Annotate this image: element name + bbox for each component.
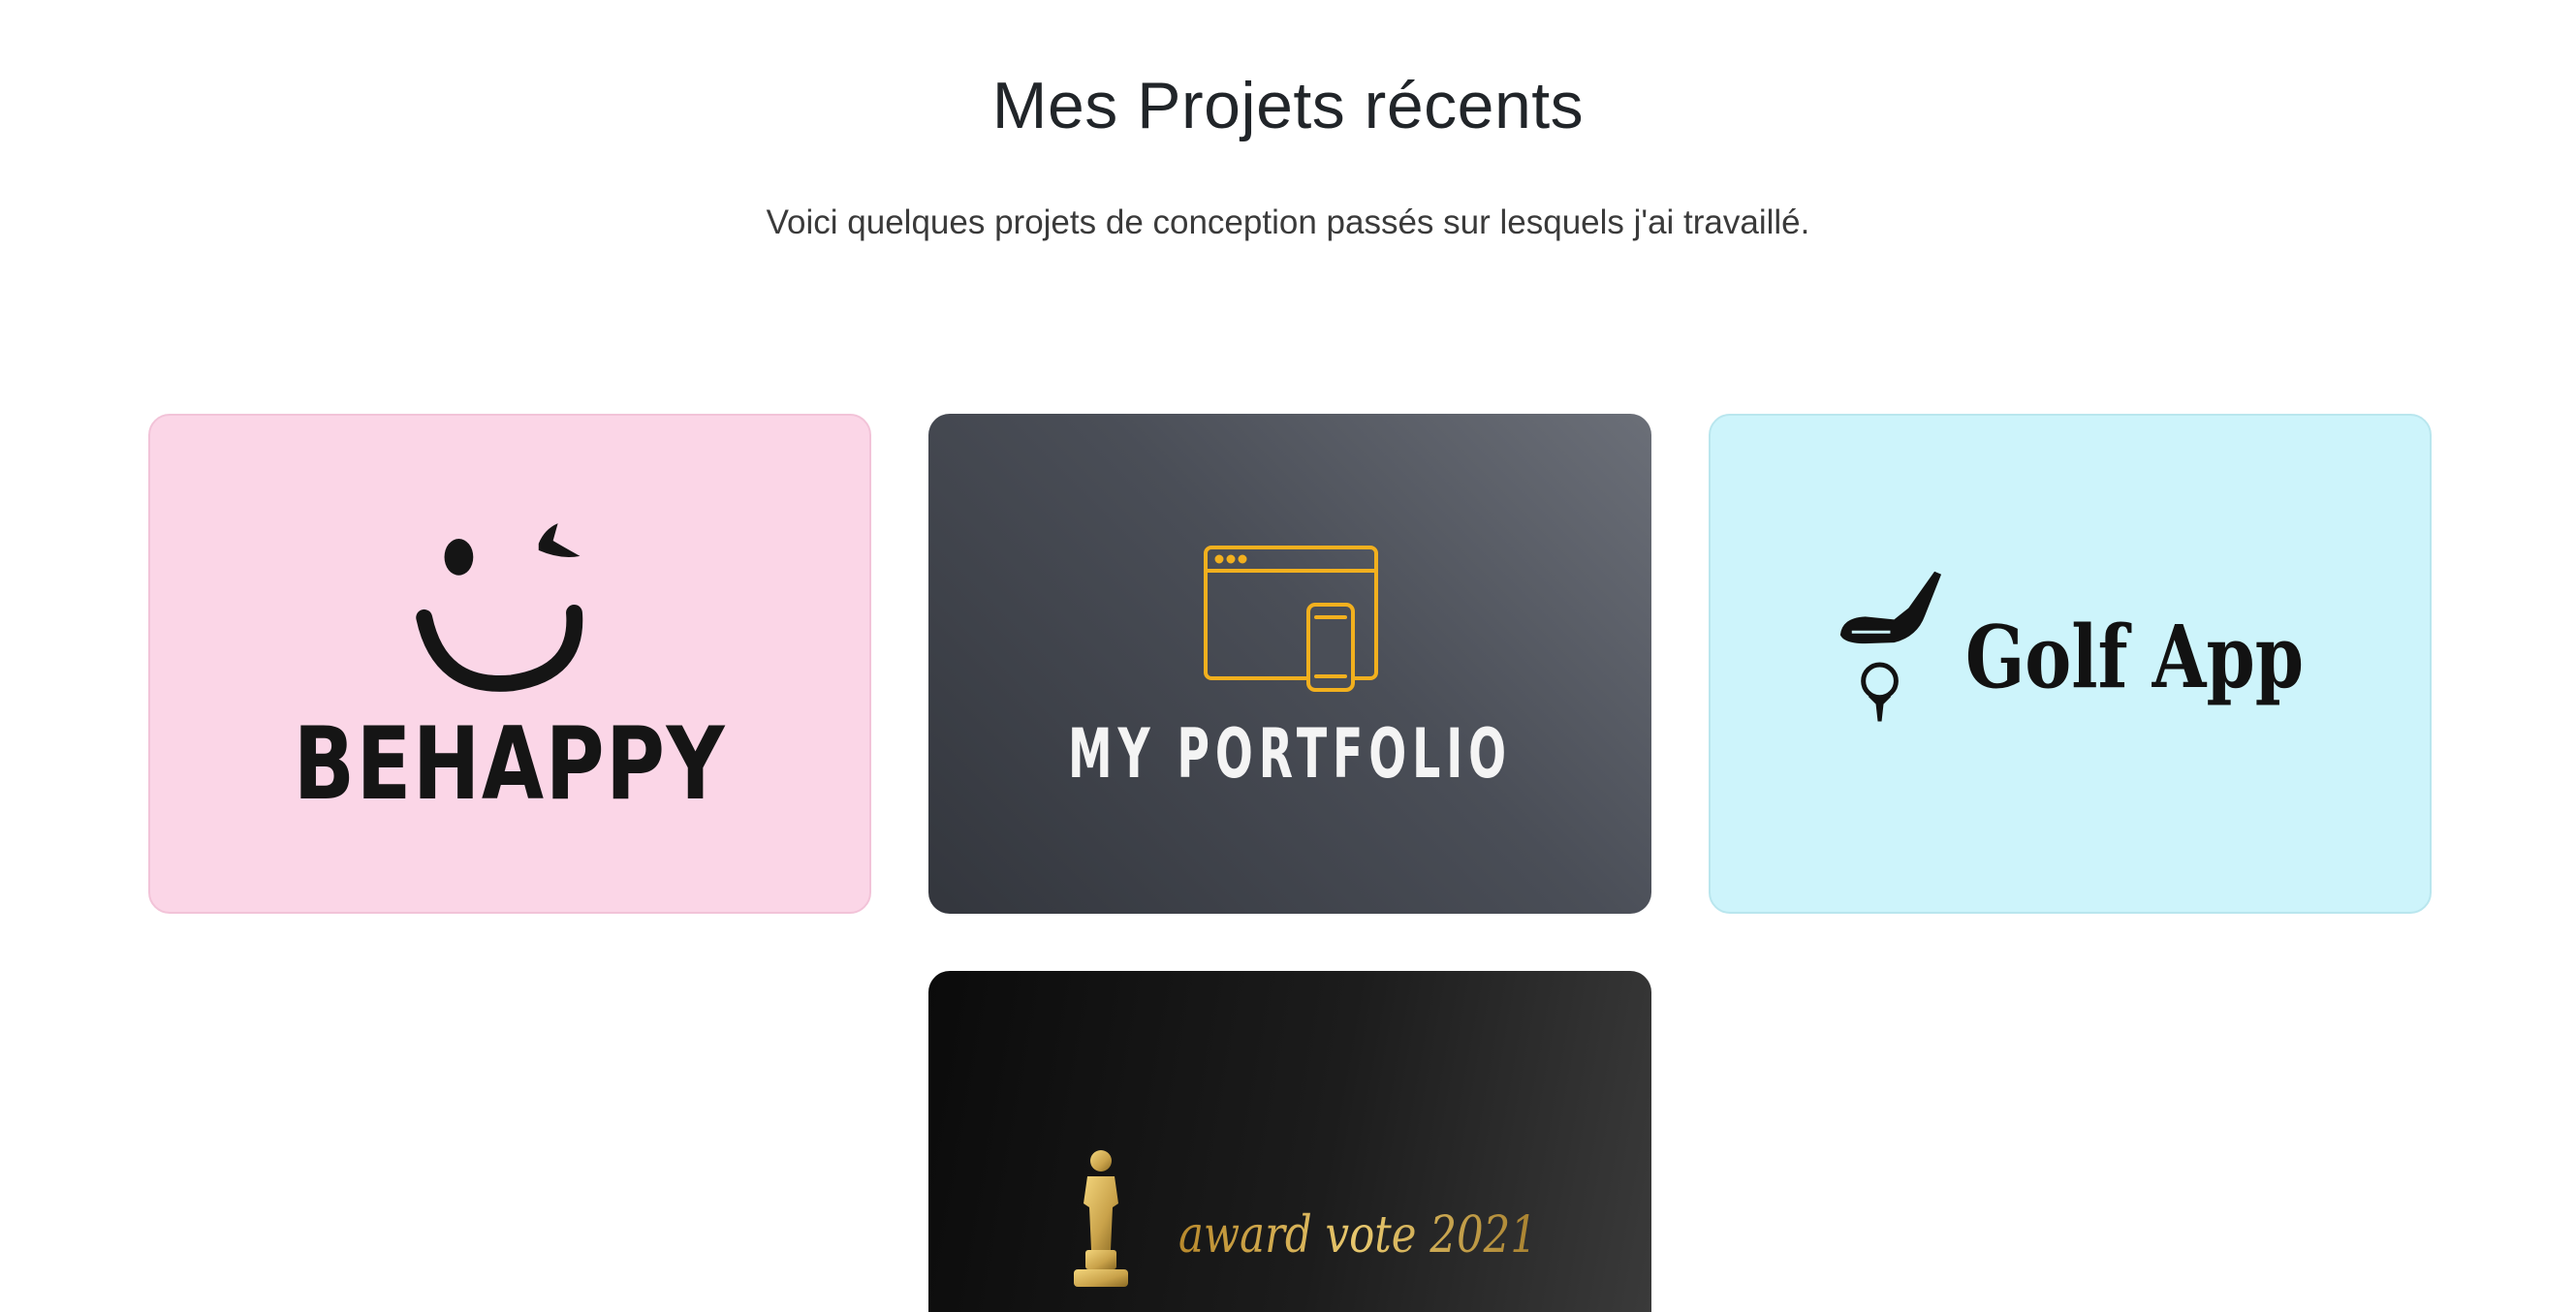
browser-mobile-icon bbox=[1204, 546, 1378, 692]
award-vote-logo: award vote 2021 bbox=[1074, 1150, 1537, 1287]
my-portfolio-logo: MY PORTFOLIO bbox=[1068, 546, 1512, 794]
behappy-logo-text: BEHAPPY bbox=[294, 706, 727, 823]
project-card-award-vote[interactable]: award vote 2021 bbox=[928, 971, 1651, 1312]
project-card-behappy[interactable]: BEHAPPY bbox=[148, 414, 871, 914]
my-portfolio-logo-text: MY PORTFOLIO bbox=[1068, 714, 1512, 794]
projects-section: Mes Projets récents Voici quelques proje… bbox=[0, 0, 2576, 1312]
golf-app-logo: Golf App bbox=[1839, 571, 2304, 722]
trophy-statuette-icon bbox=[1074, 1150, 1128, 1287]
golf-app-logo-text: Golf App bbox=[1965, 607, 2304, 708]
behappy-logo: BEHAPPY bbox=[294, 523, 727, 823]
project-card-golf-app[interactable]: Golf App bbox=[1709, 414, 2432, 914]
winking-smiley-icon bbox=[416, 523, 583, 692]
golf-club-ball-icon bbox=[1839, 571, 1942, 722]
project-card-my-portfolio[interactable]: MY PORTFOLIO bbox=[928, 414, 1651, 914]
section-title: Mes Projets récents bbox=[991, 69, 1585, 142]
section-subtitle: Voici quelques projets de conception pas… bbox=[766, 203, 1810, 241]
award-vote-logo-text: award vote 2021 bbox=[1178, 1206, 1537, 1265]
